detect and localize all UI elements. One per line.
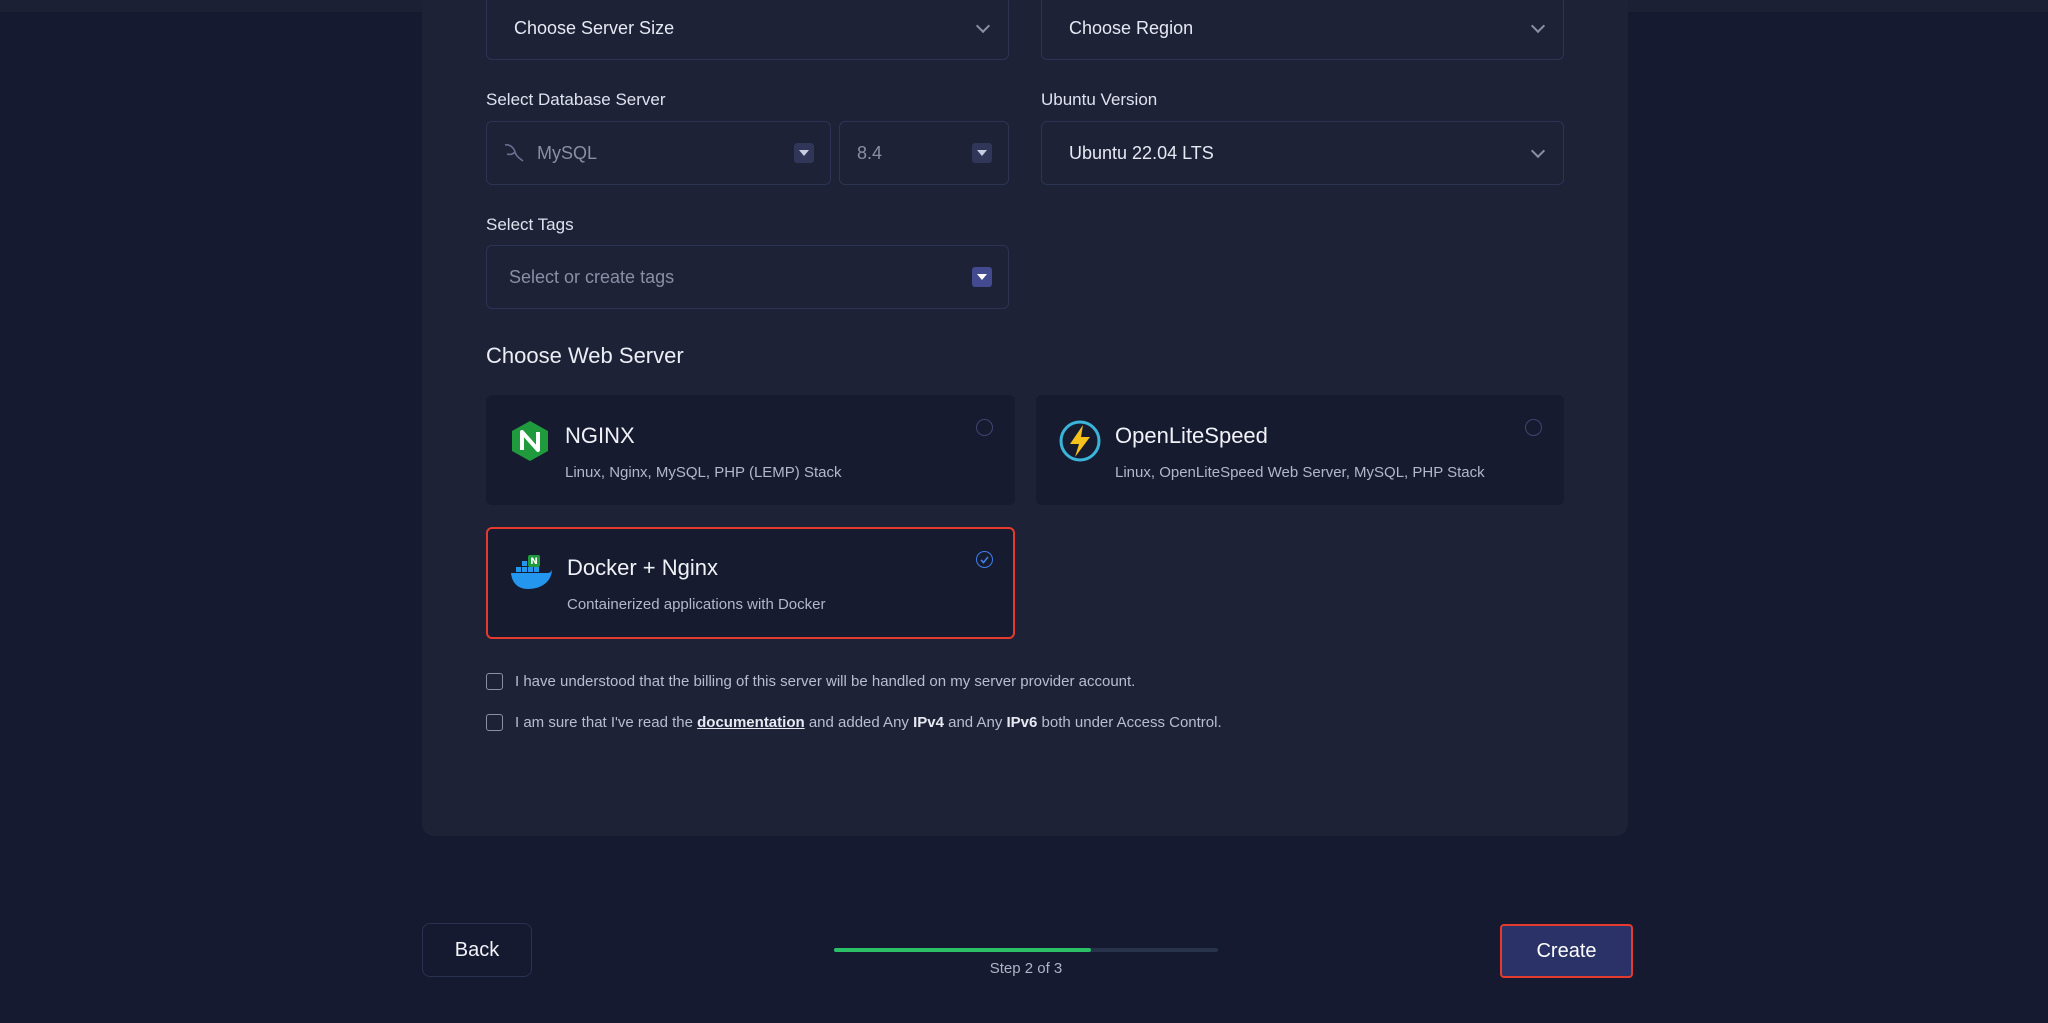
web-server-title: Choose Web Server <box>486 343 684 368</box>
dropdown-caret-icon <box>794 143 814 163</box>
database-engine-value: MySQL <box>537 142 598 163</box>
billing-agreement-row[interactable]: I have understood that the billing of th… <box>486 673 1135 690</box>
database-version-select[interactable]: 8.4 <box>839 121 1009 185</box>
billing-checkbox[interactable] <box>486 673 503 690</box>
access-text-mid1: and added Any <box>808 714 909 731</box>
docker-logo-icon: N <box>508 553 552 597</box>
radio-checked-icon[interactable] <box>976 551 993 568</box>
server-size-select[interactable]: Choose Server Size <box>486 0 1009 60</box>
billing-agreement-text: I have understood that the billing of th… <box>515 673 1136 690</box>
card-description: Linux, Nginx, MySQL, PHP (LEMP) Stack <box>565 464 842 481</box>
step-indicator: Step 2 of 3 <box>989 960 1063 977</box>
chevron-down-icon <box>1530 18 1546 34</box>
svg-text:N: N <box>530 557 538 567</box>
region-value: Choose Region <box>1069 17 1194 38</box>
access-agreement-row[interactable]: I am sure that I've read the documentati… <box>486 714 1222 731</box>
card-title: OpenLiteSpeed <box>1115 423 1268 448</box>
region-select[interactable]: Choose Region <box>1041 0 1564 60</box>
access-text-pre: I am sure that I've read the <box>515 714 693 731</box>
dropdown-caret-icon <box>972 143 992 163</box>
chevron-down-icon <box>975 18 991 34</box>
tags-label: Select Tags <box>486 215 574 234</box>
nginx-logo-icon <box>508 419 552 463</box>
dropdown-caret-icon <box>972 267 992 287</box>
mysql-dolphin-icon <box>501 140 527 166</box>
openlitespeed-logo-icon <box>1058 419 1102 463</box>
ubuntu-version-value: Ubuntu 22.04 LTS <box>1069 142 1214 163</box>
database-version-value: 8.4 <box>857 142 883 163</box>
access-text-post: both under Access Control. <box>1041 714 1222 731</box>
progress-fill <box>834 948 1092 952</box>
card-description: Containerized applications with Docker <box>567 596 826 613</box>
server-size-value: Choose Server Size <box>514 17 675 38</box>
card-description: Linux, OpenLiteSpeed Web Server, MySQL, … <box>1115 464 1485 481</box>
access-text-mid2: and Any <box>948 714 1003 731</box>
ipv6-text: IPv6 <box>1006 714 1038 731</box>
chevron-down-icon <box>1530 143 1546 159</box>
ubuntu-version-label: Ubuntu Version <box>1041 90 1158 109</box>
ubuntu-version-select[interactable]: Ubuntu 22.04 LTS <box>1041 121 1564 185</box>
back-button[interactable]: Back <box>422 923 532 977</box>
radio-button[interactable] <box>976 419 993 436</box>
web-server-card-nginx[interactable]: NGINX Linux, Nginx, MySQL, PHP (LEMP) St… <box>486 395 1015 505</box>
database-engine-select[interactable]: MySQL <box>486 121 831 185</box>
progress-bar <box>834 948 1218 952</box>
tags-select[interactable]: Select or create tags <box>486 245 1009 309</box>
ipv4-text: IPv4 <box>913 714 944 731</box>
tags-placeholder: Select or create tags <box>509 266 675 287</box>
database-server-label: Select Database Server <box>486 90 666 109</box>
web-server-card-docker-nginx[interactable]: N Docker + Nginx Containerized applicati… <box>486 527 1015 639</box>
card-title: Docker + Nginx <box>567 555 719 580</box>
card-title: NGINX <box>565 423 635 448</box>
create-button[interactable]: Create <box>1500 924 1633 978</box>
web-server-card-openlitespeed[interactable]: OpenLiteSpeed Linux, OpenLiteSpeed Web S… <box>1036 395 1564 505</box>
access-checkbox[interactable] <box>486 714 503 731</box>
documentation-link[interactable]: documentation <box>697 714 805 731</box>
radio-button[interactable] <box>1525 419 1542 436</box>
